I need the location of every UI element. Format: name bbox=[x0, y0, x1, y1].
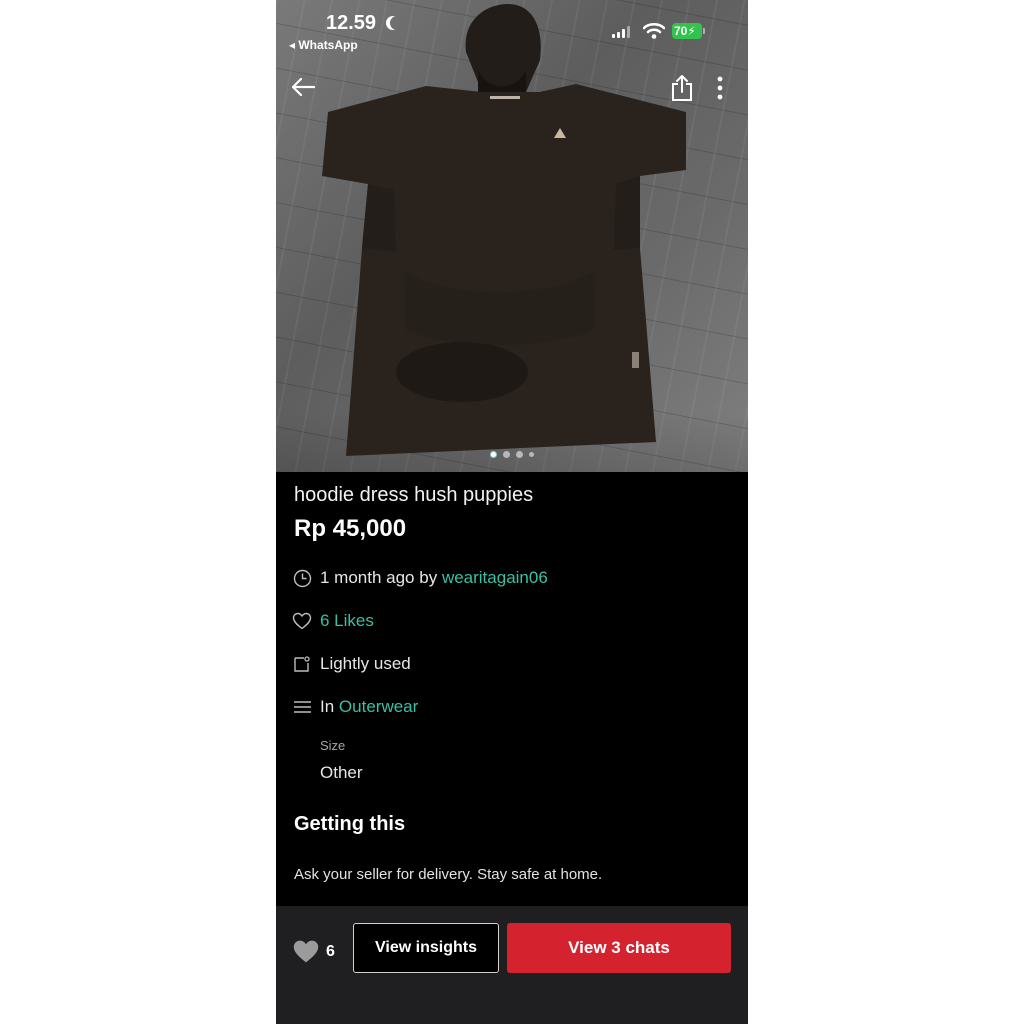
product-photo[interactable]: 12.59 ◂ WhatsApp 70⚡ bbox=[276, 0, 748, 472]
arrow-left-icon[interactable] bbox=[290, 76, 316, 98]
heart-filled-icon bbox=[293, 940, 319, 963]
more-vertical-icon[interactable] bbox=[716, 76, 724, 100]
gallery-pagination[interactable] bbox=[276, 451, 748, 458]
seller-link[interactable]: wearitagain06 bbox=[442, 568, 548, 588]
listing-price: Rp 45,000 bbox=[294, 515, 407, 542]
list-icon bbox=[292, 697, 312, 717]
condition-text: Lightly used bbox=[320, 654, 411, 673]
heart-outline-icon bbox=[292, 611, 312, 631]
gallery-dot[interactable] bbox=[503, 451, 510, 458]
back-to-app-link[interactable]: ◂ WhatsApp bbox=[289, 38, 358, 52]
category-link[interactable]: Outerwear bbox=[339, 697, 418, 717]
view-chats-button[interactable]: View 3 chats bbox=[507, 923, 731, 973]
size-value: Other bbox=[320, 763, 363, 782]
like-button[interactable]: 6 bbox=[292, 939, 335, 964]
likes-row[interactable]: 6 Likes bbox=[292, 608, 374, 634]
battery-indicator: 70⚡ bbox=[672, 23, 702, 39]
cellular-signal-icon bbox=[612, 26, 630, 38]
battery-cap bbox=[703, 28, 705, 34]
tag-icon bbox=[292, 654, 312, 674]
like-count-value: 6 bbox=[326, 942, 335, 960]
share-icon[interactable] bbox=[670, 74, 694, 102]
listing-screen: 12.59 ◂ WhatsApp 70⚡ hoodie dress hush p… bbox=[276, 0, 748, 1024]
condition-row: Lightly used bbox=[292, 651, 411, 677]
wifi-icon bbox=[643, 22, 665, 39]
hoodie-dress-image bbox=[322, 4, 686, 456]
category-row: In Outerwear bbox=[292, 694, 418, 720]
posted-text: 1 month ago by bbox=[320, 568, 438, 587]
gallery-dot[interactable] bbox=[490, 451, 497, 458]
category-prefix: In bbox=[320, 697, 335, 716]
gallery-dot[interactable] bbox=[516, 451, 523, 458]
gallery-dot[interactable] bbox=[529, 452, 534, 457]
moon-icon bbox=[390, 16, 404, 30]
getting-this-heading: Getting this bbox=[294, 813, 406, 835]
view-insights-button[interactable]: View insights bbox=[353, 923, 499, 973]
delivery-text: Ask your seller for delivery. Stay safe … bbox=[294, 866, 603, 883]
size-label: Size bbox=[320, 738, 346, 753]
bottom-action-bar: 6 View insights View 3 chats bbox=[276, 906, 748, 1024]
clock-icon bbox=[292, 568, 312, 588]
likes-link[interactable]: 6 Likes bbox=[320, 611, 374, 631]
listing-title: hoodie dress hush puppies bbox=[294, 484, 534, 506]
status-time: 12.59 bbox=[326, 12, 377, 34]
posted-row: 1 month ago by wearitagain06 bbox=[292, 565, 548, 591]
